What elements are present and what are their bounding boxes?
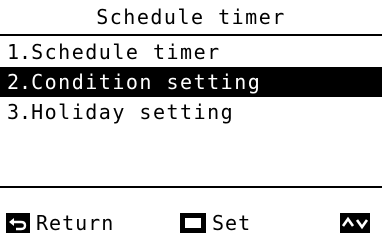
footer-bar: Return Set bbox=[0, 188, 382, 242]
return-arrow-icon bbox=[6, 213, 30, 233]
return-button[interactable]: Return bbox=[6, 208, 114, 238]
menu-item-number: 2. bbox=[7, 70, 32, 94]
menu-item-label: Holiday setting bbox=[31, 100, 235, 124]
menu-item-number: 3. bbox=[7, 100, 32, 124]
menu-item-label: Condition setting bbox=[31, 70, 262, 94]
lcd-screen: Schedule timer 1.Schedule timer 2.Condit… bbox=[0, 0, 382, 242]
screen-title: Schedule timer bbox=[0, 0, 382, 36]
menu-item-label: Schedule timer bbox=[31, 40, 221, 64]
updown-button[interactable] bbox=[340, 208, 376, 238]
square-button-icon bbox=[180, 213, 206, 233]
up-down-arrows-icon bbox=[340, 213, 370, 233]
menu-item-holiday-setting[interactable]: 3.Holiday setting bbox=[0, 97, 382, 127]
set-button[interactable]: Set bbox=[180, 208, 251, 238]
menu-item-condition-setting[interactable]: 2.Condition setting bbox=[0, 67, 382, 97]
menu-list: 1.Schedule timer 2.Condition setting 3.H… bbox=[0, 37, 382, 127]
set-label: Set bbox=[212, 211, 252, 235]
menu-item-number: 1. bbox=[7, 40, 32, 64]
menu-item-schedule-timer[interactable]: 1.Schedule timer bbox=[0, 37, 382, 67]
return-label: Return bbox=[36, 211, 115, 235]
